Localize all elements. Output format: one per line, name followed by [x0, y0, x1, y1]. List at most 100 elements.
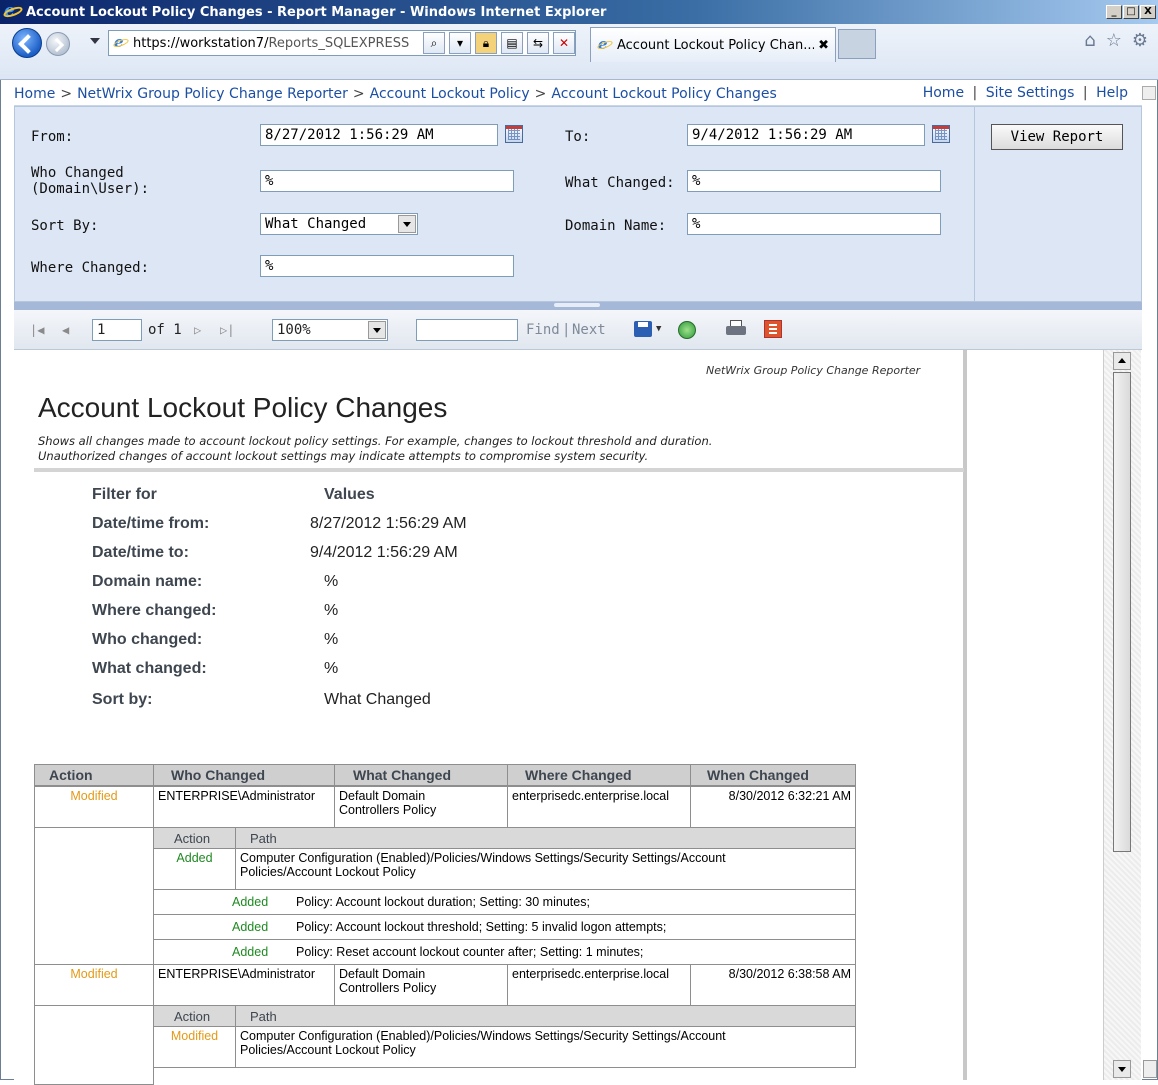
row-when-changed: 8/30/2012 6:32:21 AM [690, 786, 856, 828]
tab-close-icon[interactable]: ✖ [818, 38, 829, 53]
report-gutter [971, 350, 1124, 1080]
find-link[interactable]: Find [526, 322, 560, 338]
detail-path: Computer Configuration (Enabled)/Policie… [235, 1026, 856, 1068]
home-icon[interactable]: ⌂ [1084, 30, 1095, 51]
home-link[interactable]: Home [923, 85, 964, 101]
domain-name-input[interactable]: % [687, 213, 941, 235]
sort-by-select[interactable]: What Changed [260, 213, 418, 235]
print-layout-icon[interactable] [764, 320, 782, 338]
internet-explorer-icon: e [2, 1, 24, 21]
detail-column-path: Path [250, 831, 277, 846]
row-what-changed: Default Domain Controllers Policy [334, 964, 508, 1006]
export-dropdown-icon[interactable]: ▼ [656, 324, 661, 334]
row-who-changed: ENTERPRISE\Administrator [153, 964, 335, 1006]
forward-button[interactable] [46, 32, 70, 56]
parameters-splitter[interactable] [14, 302, 1142, 310]
from-label: From: [31, 129, 74, 145]
who-changed-input[interactable]: % [260, 170, 514, 192]
lock-icon[interactable]: 🔒︎ [475, 32, 497, 54]
setting-text: Policy: Reset account lockout counter af… [296, 945, 644, 959]
maximize-button[interactable]: □ [1123, 5, 1139, 19]
domain-name-label: Domain Name: [565, 218, 667, 234]
filter-header-value: Values [324, 486, 375, 503]
breadcrumb-netwrix[interactable]: NetWrix Group Policy Change Reporter [77, 86, 348, 102]
next-page-icon[interactable]: ▷ [194, 323, 201, 337]
setting-row: Added Policy: Account lockout threshold;… [153, 914, 856, 940]
filter-key: What changed: [92, 660, 207, 677]
detail-header: Action Path [153, 827, 856, 849]
from-calendar-icon[interactable] [505, 125, 523, 143]
page-number-input[interactable]: 1 [92, 319, 142, 341]
previous-page-icon[interactable]: ◀ [62, 323, 69, 337]
detail-header: Action Path [153, 1005, 856, 1027]
chevron-down-icon[interactable] [398, 215, 416, 233]
to-date-input[interactable]: 9/4/2012 1:56:29 AM [687, 124, 925, 146]
search-icon[interactable]: ⌕ [423, 32, 445, 54]
row-who-changed: ENTERPRISE\Administrator [153, 786, 335, 828]
export-icon[interactable] [634, 321, 652, 337]
tab-page-icon: e [596, 35, 614, 53]
zoom-select[interactable]: 100% [272, 319, 388, 341]
setting-action: Added [232, 945, 269, 959]
filter-value: What Changed [324, 691, 431, 708]
report-page: NetWrix Group Policy Change Reporter Acc… [14, 350, 967, 1085]
tab-account-lockout-policy-changes[interactable]: e Account Lockout Policy Chan... ✖ [590, 27, 836, 62]
row-what-changed-line2: Controllers Policy [339, 981, 437, 995]
column-what-changed: What Changed [353, 767, 451, 783]
back-button[interactable] [12, 28, 42, 58]
report-viewer: NetWrix Group Policy Change Reporter Acc… [14, 350, 1142, 1085]
detail-path-line1: Computer Configuration (Enabled)/Policie… [240, 1029, 726, 1043]
first-page-icon[interactable]: |◀ [30, 323, 44, 337]
who-changed-label-line2: (Domain\User): [31, 181, 150, 197]
find-text-input[interactable] [416, 319, 518, 341]
row-where-changed: enterprisedc.enterprise.local [507, 786, 691, 828]
report-description: Shows all changes made to account lockou… [38, 434, 938, 464]
view-report-button[interactable]: View Report [991, 124, 1123, 150]
refresh-report-icon[interactable] [678, 321, 696, 339]
print-icon[interactable] [726, 320, 746, 338]
scroll-up-icon[interactable] [1113, 352, 1131, 370]
page-count: of 1 [148, 322, 182, 338]
help-link[interactable]: Help [1096, 85, 1128, 101]
address-bar[interactable]: e https://workstation7/Reports_SQLEXPRES… [108, 30, 576, 56]
what-changed-input[interactable]: % [687, 170, 941, 192]
setting-text: Policy: Account lockout threshold; Setti… [296, 920, 667, 934]
breadcrumb-home[interactable]: Home [14, 86, 55, 102]
detail-path-line1: Computer Configuration (Enabled)/Policie… [240, 851, 726, 865]
stop-icon[interactable]: ✕ [553, 32, 575, 54]
to-calendar-icon[interactable] [932, 125, 950, 143]
page-scroll-up-button[interactable] [1142, 86, 1156, 100]
zoom-dropdown-icon[interactable] [368, 321, 386, 339]
breadcrumb-account-lockout-policy-changes[interactable]: Account Lockout Policy Changes [551, 86, 776, 102]
refresh-icon[interactable]: ⇆ [527, 32, 549, 54]
recent-pages-dropdown-icon[interactable] [90, 38, 100, 44]
address-url[interactable]: https://workstation7/Reports_SQLEXPRESS [133, 36, 419, 51]
site-settings-link[interactable]: Site Settings [986, 85, 1075, 101]
address-dropdown-icon[interactable]: ▾ [449, 32, 471, 54]
splitter-grip[interactable] [554, 303, 600, 307]
row-what-changed-line2: Controllers Policy [339, 803, 437, 817]
row-action: Modified [34, 964, 154, 1006]
detail-path: Computer Configuration (Enabled)/Policie… [235, 848, 856, 890]
detail-column-action: Action [174, 1009, 211, 1024]
scrollbar-thumb[interactable] [1113, 372, 1131, 852]
minimize-button[interactable]: _ [1106, 5, 1122, 19]
report-vertical-scrollbar[interactable] [1103, 350, 1141, 1080]
breadcrumb-account-lockout-policy[interactable]: Account Lockout Policy [370, 86, 530, 102]
scroll-down-icon[interactable] [1113, 1060, 1131, 1078]
favorites-star-icon[interactable]: ☆ [1106, 30, 1122, 51]
detail-action: Added [153, 848, 236, 890]
page-scroll-down-button[interactable] [1143, 1060, 1157, 1078]
compatibility-view-icon[interactable]: ▤ [501, 32, 523, 54]
tools-gear-icon[interactable]: ⚙ [1132, 30, 1148, 51]
find-next-link[interactable]: Next [572, 322, 606, 338]
last-page-icon[interactable]: ▷| [220, 323, 234, 337]
report-title: Account Lockout Policy Changes [38, 392, 448, 423]
close-button[interactable]: X [1140, 5, 1156, 19]
column-when-changed: When Changed [707, 767, 809, 783]
from-date-input[interactable]: 8/27/2012 1:56:29 AM [260, 124, 498, 146]
where-changed-input[interactable]: % [260, 255, 514, 277]
report-description-line1: Shows all changes made to account lockou… [38, 434, 713, 448]
sort-by-label: Sort By: [31, 218, 99, 234]
new-tab-button[interactable] [838, 29, 876, 59]
